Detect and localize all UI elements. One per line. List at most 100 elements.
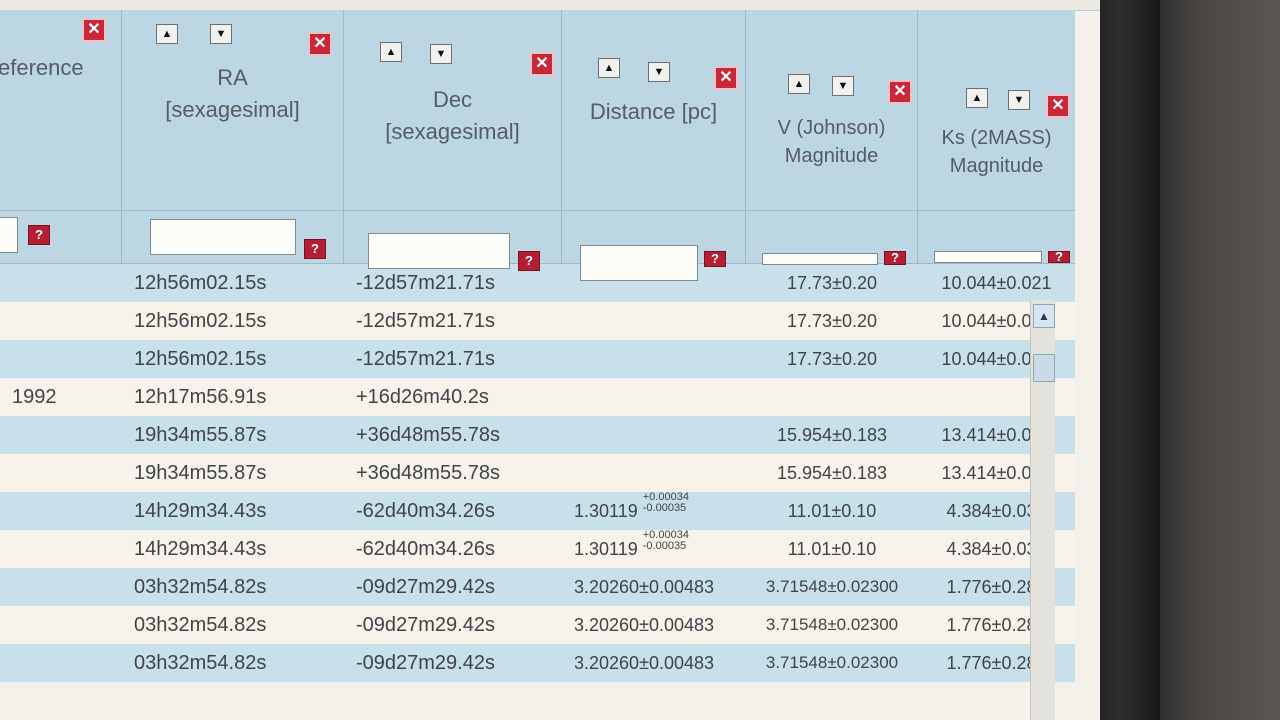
cell-distance: 3.20260±0.00483 [562, 568, 746, 606]
cell-ra: 12h56m02.15s [134, 310, 267, 332]
table-row[interactable]: 12h56m02.15s -12d57m21.71s 17.73±0.20 10… [0, 302, 1075, 340]
cell-dec: +36d48m55.78s [356, 424, 501, 446]
filter-input-dec[interactable] [368, 233, 510, 269]
cell-v-magnitude: 17.73±0.20 [787, 349, 877, 369]
help-icon[interactable]: ? [1048, 250, 1070, 263]
column-header-v-magnitude: ▲ ▼ ✕ V (Johnson) Magnitude [746, 10, 918, 210]
cell-dec: -12d57m21.71s [356, 348, 495, 370]
results-table: eference ✕ ▲ ▼ ✕ RA [sexagesimal] ▲ ▼ ✕ … [0, 10, 1075, 682]
close-column-icon[interactable]: ✕ [308, 32, 332, 56]
table-row[interactable]: 03h32m54.82s -09d27m29.42s 3.20260±0.004… [0, 606, 1075, 644]
cell-reference [0, 492, 122, 530]
column-title: eference [0, 55, 84, 80]
cell-reference [0, 644, 122, 682]
cell-v-magnitude: 15.954±0.183 [777, 463, 887, 483]
cell-v-magnitude: 3.71548±0.02300 [765, 577, 899, 596]
close-column-icon[interactable]: ✕ [530, 52, 554, 76]
help-icon[interactable]: ? [304, 239, 326, 259]
sort-descending-icon[interactable]: ▼ [430, 44, 452, 64]
help-icon[interactable]: ? [704, 251, 726, 267]
cell-reference [0, 340, 122, 378]
close-column-icon[interactable]: ✕ [714, 66, 738, 90]
filter-input-reference[interactable] [0, 217, 18, 253]
sort-descending-icon[interactable]: ▼ [648, 62, 670, 82]
cell-v-magnitude [746, 378, 918, 416]
table-row[interactable]: 14h29m34.43s -62d40m34.26s 1.30119 +0.00… [0, 530, 1075, 568]
sort-ascending-icon[interactable]: ▲ [788, 74, 810, 94]
cell-dec: +16d26m40.2s [356, 386, 489, 408]
table-row[interactable]: 12h56m02.15s -12d57m21.71s 17.73±0.20 10… [0, 340, 1075, 378]
table-row[interactable]: 14h29m34.43s -62d40m34.26s 1.30119 +0.00… [0, 492, 1075, 530]
cell-ra: 03h32m54.82s [134, 576, 267, 598]
table-row[interactable]: 03h32m54.82s -09d27m29.42s 3.20260±0.004… [0, 568, 1075, 606]
column-title: V (Johnson) Magnitude [777, 117, 886, 167]
sort-descending-icon[interactable]: ▼ [210, 24, 232, 44]
cell-ra: 19h34m55.87s [134, 424, 267, 446]
vertical-scrollbar[interactable]: ▲ [1030, 300, 1055, 720]
cell-ra: 19h34m55.87s [134, 462, 267, 484]
cell-ks-magnitude: 10.044±0.021 [941, 273, 1052, 293]
table-row[interactable]: 19h34m55.87s +36d48m55.78s 15.954±0.183 … [0, 416, 1075, 454]
column-title: Dec [sexagesimal] [385, 87, 520, 144]
column-title: Ks (2MASS) Magnitude [941, 127, 1052, 177]
cell-distance [562, 454, 746, 492]
cell-reference [0, 454, 122, 492]
cell-dec: -62d40m34.26s [356, 500, 495, 522]
cell-ra: 14h29m34.43s [134, 538, 267, 560]
sort-descending-icon[interactable]: ▼ [832, 76, 854, 96]
cell-reference [0, 568, 122, 606]
cell-dec: -09d27m29.42s [356, 576, 495, 598]
cell-v-magnitude: 11.01±0.10 [787, 539, 877, 559]
cell-distance [562, 340, 746, 378]
distance-value: 3.20260±0.00483 [574, 615, 715, 635]
sort-ascending-icon[interactable]: ▲ [380, 42, 402, 62]
cell-reference [0, 264, 122, 302]
filter-input-ra[interactable] [150, 219, 296, 255]
cell-v-magnitude: 15.954±0.183 [777, 425, 887, 445]
filter-cell: ? [0, 211, 122, 263]
close-column-icon[interactable]: ✕ [1046, 94, 1070, 118]
cell-ra: 12h17m56.91s [134, 386, 267, 408]
cell-distance: 1.30119 +0.00034 -0.00035 [562, 530, 746, 568]
background-wall [1150, 0, 1280, 720]
sort-ascending-icon[interactable]: ▲ [966, 88, 988, 108]
column-header-reference: eference ✕ [0, 10, 122, 210]
sort-ascending-icon[interactable]: ▲ [598, 58, 620, 78]
cell-dec: -12d57m21.71s [356, 310, 495, 332]
cell-distance [562, 378, 746, 416]
cell-dec: -62d40m34.26s [356, 538, 495, 560]
cell-ra: 12h56m02.15s [134, 272, 267, 294]
cell-v-magnitude: 17.73±0.20 [787, 273, 877, 293]
scrollbar-thumb[interactable] [1033, 354, 1055, 382]
cell-reference [0, 416, 122, 454]
cell-reference [0, 302, 122, 340]
help-icon[interactable]: ? [28, 225, 50, 245]
filter-cell: ? [918, 211, 1075, 263]
column-header-ra: ▲ ▼ ✕ RA [sexagesimal] [122, 10, 344, 210]
filter-input-distance[interactable] [580, 245, 698, 281]
cell-ra: 12h56m02.15s [134, 348, 267, 370]
cell-v-magnitude: 3.71548±0.02300 [765, 653, 899, 672]
distance-value: 3.20260±0.00483 [574, 577, 715, 597]
sort-ascending-icon[interactable]: ▲ [156, 24, 178, 44]
table-row[interactable]: 19h34m55.87s +36d48m55.78s 15.954±0.183 … [0, 454, 1075, 492]
close-column-icon[interactable]: ✕ [82, 18, 106, 42]
column-title: RA [sexagesimal] [165, 65, 300, 122]
filter-input-ks-magnitude[interactable] [934, 251, 1042, 263]
cell-dec: -09d27m29.42s [356, 652, 495, 674]
table-row[interactable]: 03h32m54.82s -09d27m29.42s 3.20260±0.004… [0, 644, 1075, 682]
cell-distance: 3.20260±0.00483 [562, 644, 746, 682]
sort-descending-icon[interactable]: ▼ [1008, 90, 1030, 110]
distance-error-minus: -0.00035 [642, 540, 687, 552]
table-row[interactable]: 1992 12h17m56.91s +16d26m40.2s [0, 378, 1075, 416]
close-column-icon[interactable]: ✕ [888, 80, 912, 104]
cell-v-magnitude: 11.01±0.10 [787, 501, 877, 521]
table-body: 12h56m02.15s -12d57m21.71s 17.73±0.20 10… [0, 264, 1075, 682]
scroll-up-icon[interactable]: ▲ [1033, 304, 1055, 328]
filter-row: ? ? ? ? ? ? [0, 211, 1075, 281]
help-icon[interactable]: ? [884, 251, 906, 265]
cell-v-magnitude: 3.71548±0.02300 [765, 615, 899, 634]
help-icon[interactable]: ? [518, 251, 540, 271]
filter-input-v-magnitude[interactable] [762, 253, 878, 265]
table-header: eference ✕ ▲ ▼ ✕ RA [sexagesimal] ▲ ▼ ✕ … [0, 10, 1075, 211]
